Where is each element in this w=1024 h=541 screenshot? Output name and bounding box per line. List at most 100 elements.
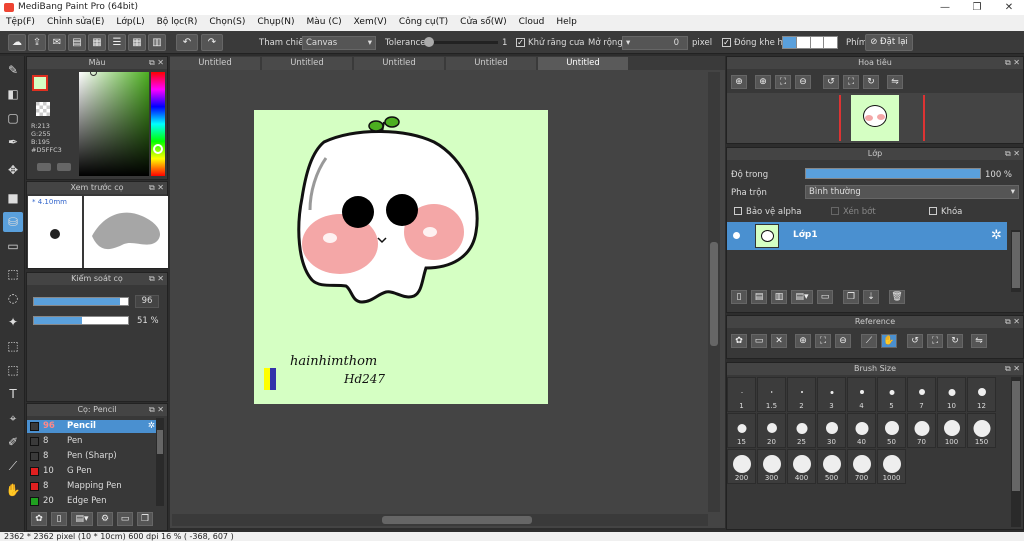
scrollbar-thumb[interactable] — [382, 516, 532, 524]
fit-icon[interactable]: ⛶ — [843, 75, 859, 89]
brush-size-cell[interactable]: 1.5 — [757, 377, 786, 412]
add-reference-icon[interactable]: ✿ — [731, 334, 747, 348]
menu-view[interactable]: Xem(V) — [348, 15, 393, 31]
table-icon[interactable]: ▥ — [148, 34, 166, 51]
brush-size-input[interactable]: 96 — [135, 295, 159, 308]
brush-size-cell[interactable]: 200 — [727, 449, 756, 484]
zoom-in-icon[interactable]: ⊕ — [795, 334, 811, 348]
brush-size-cell[interactable]: 1 — [727, 377, 756, 412]
canvas-vertical-scrollbar[interactable] — [708, 72, 720, 512]
pen-tool-icon[interactable]: ✒ — [3, 132, 23, 152]
rotate-right-icon[interactable]: ↻ — [947, 334, 963, 348]
panel-close-icon[interactable]: ⧉ ✕ — [1005, 363, 1020, 375]
hue-slider[interactable] — [151, 72, 165, 176]
cloud-icon[interactable]: ☁ — [8, 34, 26, 51]
brush-item-g-pen[interactable]: 10 G Pen — [27, 465, 157, 478]
new-layer-icon[interactable]: ▯ — [731, 290, 747, 304]
menu-filter[interactable]: Bộ lọc(R) — [151, 15, 204, 31]
brush-options-icon[interactable]: ▤▾ — [71, 512, 93, 526]
brush-size-cell[interactable]: 7 — [907, 377, 936, 412]
eraser-tool-icon[interactable]: ◧ — [3, 84, 23, 104]
reference-select[interactable]: Canvas ▾ — [302, 36, 376, 50]
tab-untitled-1[interactable]: Untitled — [170, 57, 260, 70]
brush-size-cell[interactable]: 20 — [757, 413, 786, 448]
brush-tool-icon[interactable]: ✎ — [3, 60, 23, 80]
panel-close-icon[interactable]: ⧉ ✕ — [1005, 148, 1020, 160]
gap-level-selector[interactable] — [782, 36, 838, 49]
gap-level-4[interactable] — [824, 37, 837, 48]
brush-list-scrollbar[interactable] — [156, 418, 164, 506]
brush-settings-icon[interactable]: ⚙ — [97, 512, 113, 526]
brush-size-cell[interactable]: 10 — [937, 377, 966, 412]
list-icon[interactable]: ☰ — [108, 34, 126, 51]
brush-item-mapping-pen[interactable]: 8 Mapping Pen — [27, 480, 157, 493]
menu-layer[interactable]: Lớp(L) — [110, 15, 150, 31]
expand-input[interactable]: ▾ 0 — [622, 36, 688, 50]
tab-untitled-active[interactable]: Untitled — [538, 57, 628, 70]
brush-size-cell[interactable]: 2 — [787, 377, 816, 412]
layer-folder-icon[interactable]: ▭ — [817, 290, 833, 304]
rectangle-tool-icon[interactable]: ▢ — [3, 108, 23, 128]
select-eraser-tool-icon[interactable]: ⬚ — [3, 360, 23, 380]
brush-size-cell[interactable]: 25 — [787, 413, 816, 448]
color-picker-cursor[interactable] — [90, 69, 97, 76]
panel-close-icon[interactable]: ⧉ ✕ — [1005, 57, 1020, 69]
menu-select[interactable]: Chọn(S) — [203, 15, 251, 31]
bucket-tool-icon[interactable]: ⛁ — [3, 212, 23, 232]
brush-size-cell[interactable]: 50 — [877, 413, 906, 448]
minimize-button[interactable]: — — [930, 0, 960, 15]
layer-opacity-slider[interactable] — [805, 168, 981, 179]
color-option-icon[interactable] — [37, 163, 51, 171]
scrollbar-thumb[interactable] — [1012, 381, 1020, 491]
brush-size-cell[interactable]: 400 — [787, 449, 816, 484]
text-tool-icon[interactable]: T — [3, 384, 23, 404]
folder-icon[interactable]: ▭ — [117, 512, 133, 526]
tab-untitled-3[interactable]: Untitled — [354, 57, 444, 70]
scrollbar-thumb[interactable] — [1012, 232, 1020, 288]
magic-wand-tool-icon[interactable]: ✦ — [3, 312, 23, 332]
tolerance-slider-handle[interactable] — [424, 37, 434, 47]
tolerance-slider[interactable] — [424, 41, 498, 44]
brush-size-cell[interactable]: 40 — [847, 413, 876, 448]
new-8bit-layer-icon[interactable]: ▥ — [771, 290, 787, 304]
brush-item-pen[interactable]: 8 Pen — [27, 435, 157, 448]
eyedropper-tool-icon[interactable]: ⟋ — [3, 456, 23, 476]
new-brush-icon[interactable]: ▯ — [51, 512, 67, 526]
comment-icon[interactable]: ✉ — [48, 34, 66, 51]
brush-size-cell[interactable]: 500 — [817, 449, 846, 484]
brush-size-cell[interactable]: 300 — [757, 449, 786, 484]
close-reference-icon[interactable]: ✕ — [771, 334, 787, 348]
gap-level-3[interactable] — [810, 37, 825, 48]
panel-close-icon[interactable]: ⧉ ✕ — [149, 182, 164, 194]
new-halftone-layer-icon[interactable]: ▤ — [751, 290, 767, 304]
delete-layer-icon[interactable]: 🗑 — [889, 290, 905, 304]
gear-icon[interactable]: ✲ — [991, 228, 1002, 243]
eyedropper-icon[interactable]: ⟋ — [861, 334, 877, 348]
canvas-horizontal-scrollbar[interactable] — [172, 514, 708, 526]
scrollbar-thumb[interactable] — [710, 242, 718, 346]
fit-screen-icon[interactable]: ⛶ — [775, 75, 791, 89]
duplicate-icon[interactable]: ❐ — [137, 512, 153, 526]
menu-snap[interactable]: Chụp(N) — [251, 15, 300, 31]
lock-checkbox[interactable] — [929, 207, 937, 215]
brush-size-slider[interactable] — [33, 297, 129, 306]
antialias-checkbox[interactable]: ✓ — [516, 38, 525, 47]
panel-close-icon[interactable]: ⧉ ✕ — [149, 273, 164, 285]
brush-size-cell[interactable]: 30 — [817, 413, 846, 448]
flip-icon[interactable]: ⇋ — [887, 75, 903, 89]
upload-icon[interactable]: ⇪ — [28, 34, 46, 51]
brush-item-pencil[interactable]: 96 Pencil ✲ — [27, 420, 157, 433]
brush-size-cell[interactable]: 15 — [727, 413, 756, 448]
menu-cloud[interactable]: Cloud — [513, 15, 551, 31]
fit-icon[interactable]: ⛶ — [927, 334, 943, 348]
blend-mode-select[interactable]: Bình thường ▾ — [805, 185, 1019, 199]
gap-level-1[interactable] — [783, 37, 797, 48]
brush-size-cell[interactable]: 5 — [877, 377, 906, 412]
zoom-in-icon[interactable]: ⊕ — [731, 75, 747, 89]
brush-size-cell[interactable]: 4 — [847, 377, 876, 412]
rotate-left-icon[interactable]: ↺ — [823, 75, 839, 89]
brush-size-scrollbar[interactable] — [1011, 377, 1021, 527]
menu-color[interactable]: Màu (C) — [301, 15, 348, 31]
layer-list-scrollbar[interactable] — [1011, 230, 1021, 292]
menu-help[interactable]: Help — [550, 15, 583, 31]
